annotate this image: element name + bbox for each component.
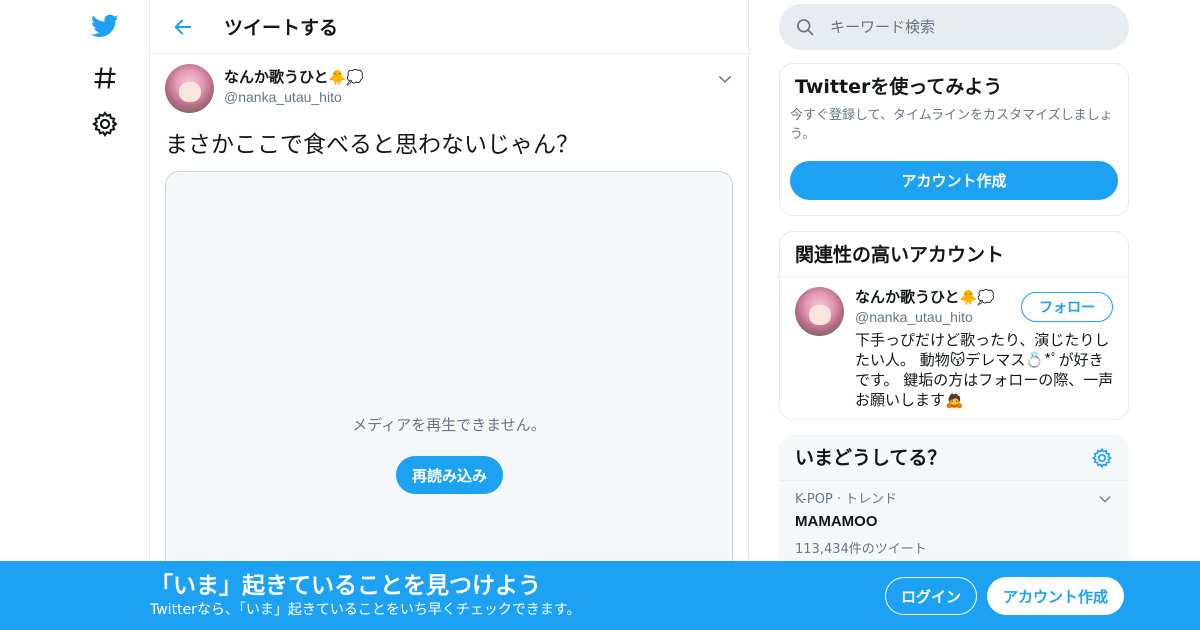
main-header: ツイートする	[150, 0, 748, 54]
trends-title: いまどうしてる？	[795, 447, 947, 469]
gear-icon[interactable]	[1091, 447, 1113, 469]
trend-name: MAMAMOO	[795, 513, 878, 530]
author-emoji: 🐥💭	[328, 70, 364, 86]
banner-subtitle: Twitterなら、「いま」起きていることをいち早くチェックできます。	[150, 602, 581, 618]
page-title: ツイートする	[224, 17, 339, 39]
media-error-message: メディアを再生できません。	[352, 416, 546, 434]
hashtag-icon[interactable]	[89, 62, 121, 94]
related-account: なんか歌うひと🐥💭 @nanka_utau_hito 下手っぴだけど歌ったり、演…	[780, 277, 1128, 420]
left-nav	[0, 0, 149, 630]
signup-card: Twitterを使ってみよう 今すぐ登録して、タイムラインをカスタマイズしましょ…	[779, 63, 1129, 216]
search-icon	[797, 19, 814, 36]
trend-item[interactable]: K-POP · トレンド MAMAMOO 113,434件のツイート	[780, 481, 1128, 569]
author-handle[interactable]: @nanka_utau_hito	[224, 88, 363, 106]
author-names: なんか歌うひと🐥💭 @nanka_utau_hito	[224, 67, 363, 106]
related-account-emoji: 🐥💭	[959, 290, 995, 306]
avatar[interactable]	[165, 64, 214, 113]
chevron-down-icon[interactable]	[716, 70, 734, 88]
trend-count: 113,434件のツイート	[795, 542, 927, 557]
related-account-bio: 下手っぴだけど歌ったり、演じたりしたい人。 動物😽デレマス💍*ﾟが好きです。 鍵…	[855, 331, 1114, 409]
signup-description: 今すぐ登録して、タイムラインをカスタマイズしましょう。	[790, 108, 1113, 142]
reload-button[interactable]: 再読み込み	[396, 456, 503, 494]
tweet-text: まさかここで食べると思わないじゃん？	[165, 132, 579, 158]
chevron-down-icon[interactable]	[1097, 491, 1113, 507]
login-button[interactable]: ログイン	[885, 577, 977, 615]
related-accounts-card: 関連性の高いアカウント なんか歌うひと🐥💭 @nanka_utau_hito 下…	[779, 231, 1129, 420]
tweet: なんか歌うひと🐥💭 @nanka_utau_hito まさかここで食べると思わな…	[150, 54, 748, 591]
bottom-banner: 「いま」起きていることを見つけよう Twitterなら、「いま」起きていることを…	[0, 561, 1200, 630]
related-account-name-text: なんか歌うひと	[855, 288, 960, 306]
related-accounts-title: 関連性の高いアカウント	[780, 232, 1128, 277]
avatar[interactable]	[795, 287, 844, 336]
follow-button[interactable]: フォロー	[1021, 292, 1113, 322]
twitter-bird-icon[interactable]	[89, 10, 121, 42]
trend-meta: K-POP · トレンド	[795, 492, 898, 507]
back-arrow-icon[interactable]	[168, 12, 198, 42]
search-input[interactable]	[830, 18, 1100, 36]
trends-header: いまどうしてる？	[780, 436, 1128, 481]
author-name-text: なんか歌うひと	[224, 68, 329, 86]
gear-icon[interactable]	[89, 108, 121, 140]
media-container: メディアを再生できません。 再読み込み	[165, 171, 733, 591]
author-name[interactable]: なんか歌うひと🐥💭	[224, 67, 363, 88]
tweet-author: なんか歌うひと🐥💭 @nanka_utau_hito	[165, 64, 733, 114]
main-column: ツイートする なんか歌うひと🐥💭 @nanka_utau_hito まさかここで…	[149, 0, 749, 630]
search-box[interactable]	[779, 4, 1129, 50]
create-account-button[interactable]: アカウント作成	[987, 577, 1124, 615]
signup-title: Twitterを使ってみよう	[795, 76, 1003, 98]
banner-title: 「いま」起きていることを見つけよう	[150, 573, 541, 599]
create-account-button[interactable]: アカウント作成	[790, 161, 1118, 200]
